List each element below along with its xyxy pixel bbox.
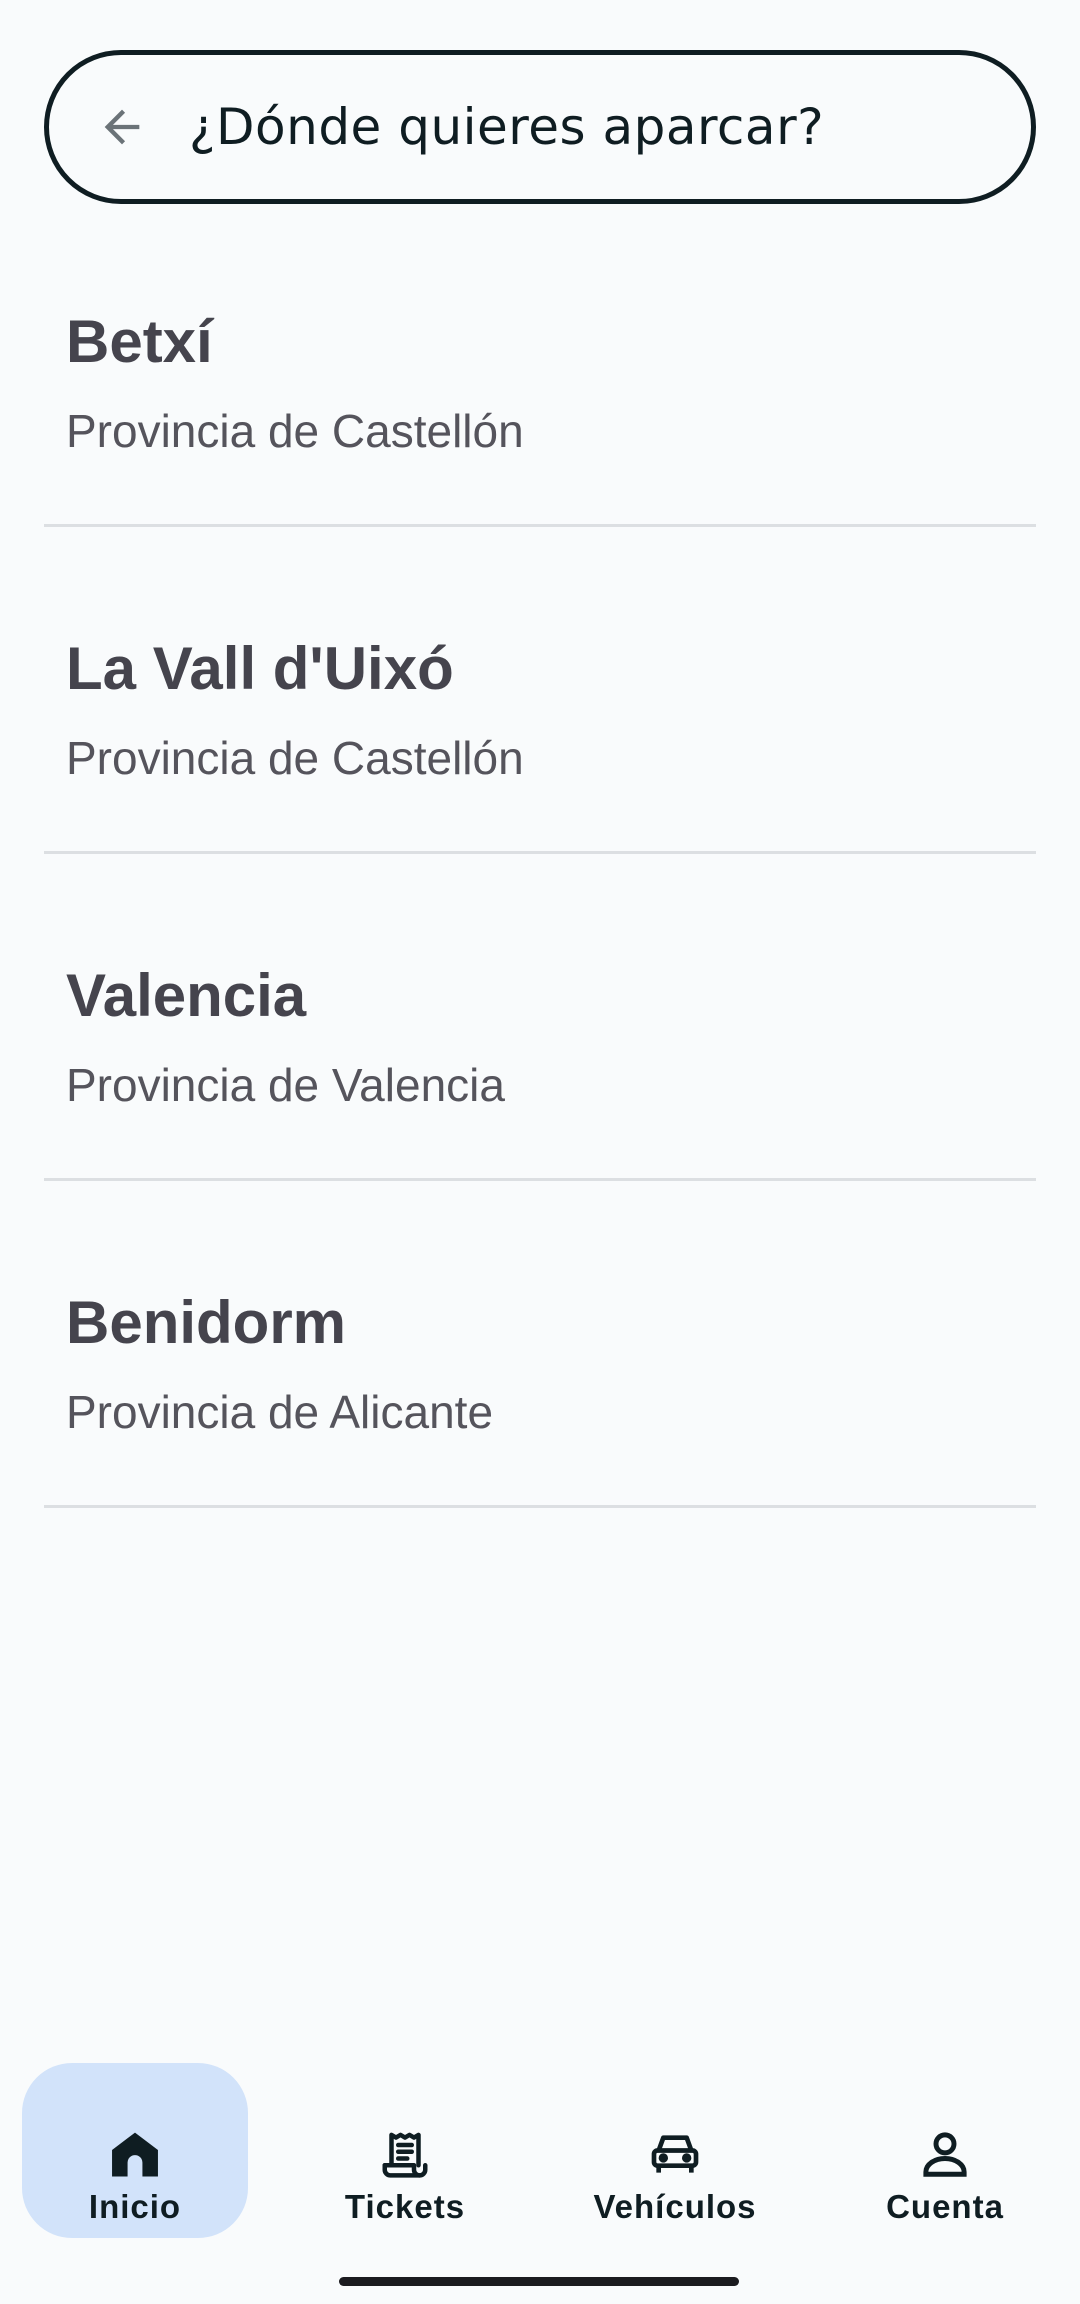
person-icon — [923, 2132, 967, 2177]
arrow-back-icon — [104, 109, 140, 145]
list-item[interactable]: Valencia Provincia de Valencia — [44, 854, 1036, 1181]
list-item[interactable]: Betxí Provincia de Castellón — [44, 200, 1036, 527]
nav-label: Inicio — [88, 2188, 182, 2225]
nav-item-cuenta[interactable]: Cuenta — [832, 2063, 1058, 2238]
home-icon — [112, 2132, 158, 2177]
result-name: La Vall d'Uixó — [66, 635, 454, 702]
result-name: Betxí — [66, 308, 213, 375]
bottom-navigation: Inicio Tickets Vehículos Cuenta — [0, 2048, 1080, 2258]
nav-label: Cuenta — [886, 2188, 1004, 2225]
result-province: Provincia de Alicante — [66, 1386, 494, 1438]
result-name: Valencia — [66, 962, 307, 1029]
search-input[interactable]: ¿Dónde quieres aparcar? — [189, 98, 824, 156]
nav-item-tickets[interactable]: Tickets — [292, 2063, 518, 2238]
search-bar[interactable]: ¿Dónde quieres aparcar? — [44, 50, 1036, 204]
list-item[interactable]: Benidorm Provincia de Alicante — [44, 1181, 1036, 1508]
receipt-icon — [382, 2132, 428, 2178]
result-province: Provincia de Valencia — [66, 1059, 505, 1111]
nav-label: Vehículos — [593, 2188, 757, 2225]
back-button[interactable] — [93, 98, 151, 156]
car-icon — [651, 2135, 699, 2173]
result-name: Benidorm — [66, 1289, 347, 1356]
result-province: Provincia de Castellón — [66, 732, 524, 784]
nav-item-vehiculos[interactable]: Vehículos — [562, 2063, 788, 2238]
list-item[interactable]: La Vall d'Uixó Provincia de Castellón — [44, 527, 1036, 854]
result-province: Provincia de Castellón — [66, 405, 524, 457]
home-indicator[interactable] — [339, 2277, 739, 2286]
results-list: Betxí Provincia de Castellón La Vall d'U… — [44, 200, 1036, 1508]
nav-item-inicio[interactable]: Inicio — [22, 2063, 248, 2238]
nav-label: Tickets — [344, 2188, 466, 2225]
